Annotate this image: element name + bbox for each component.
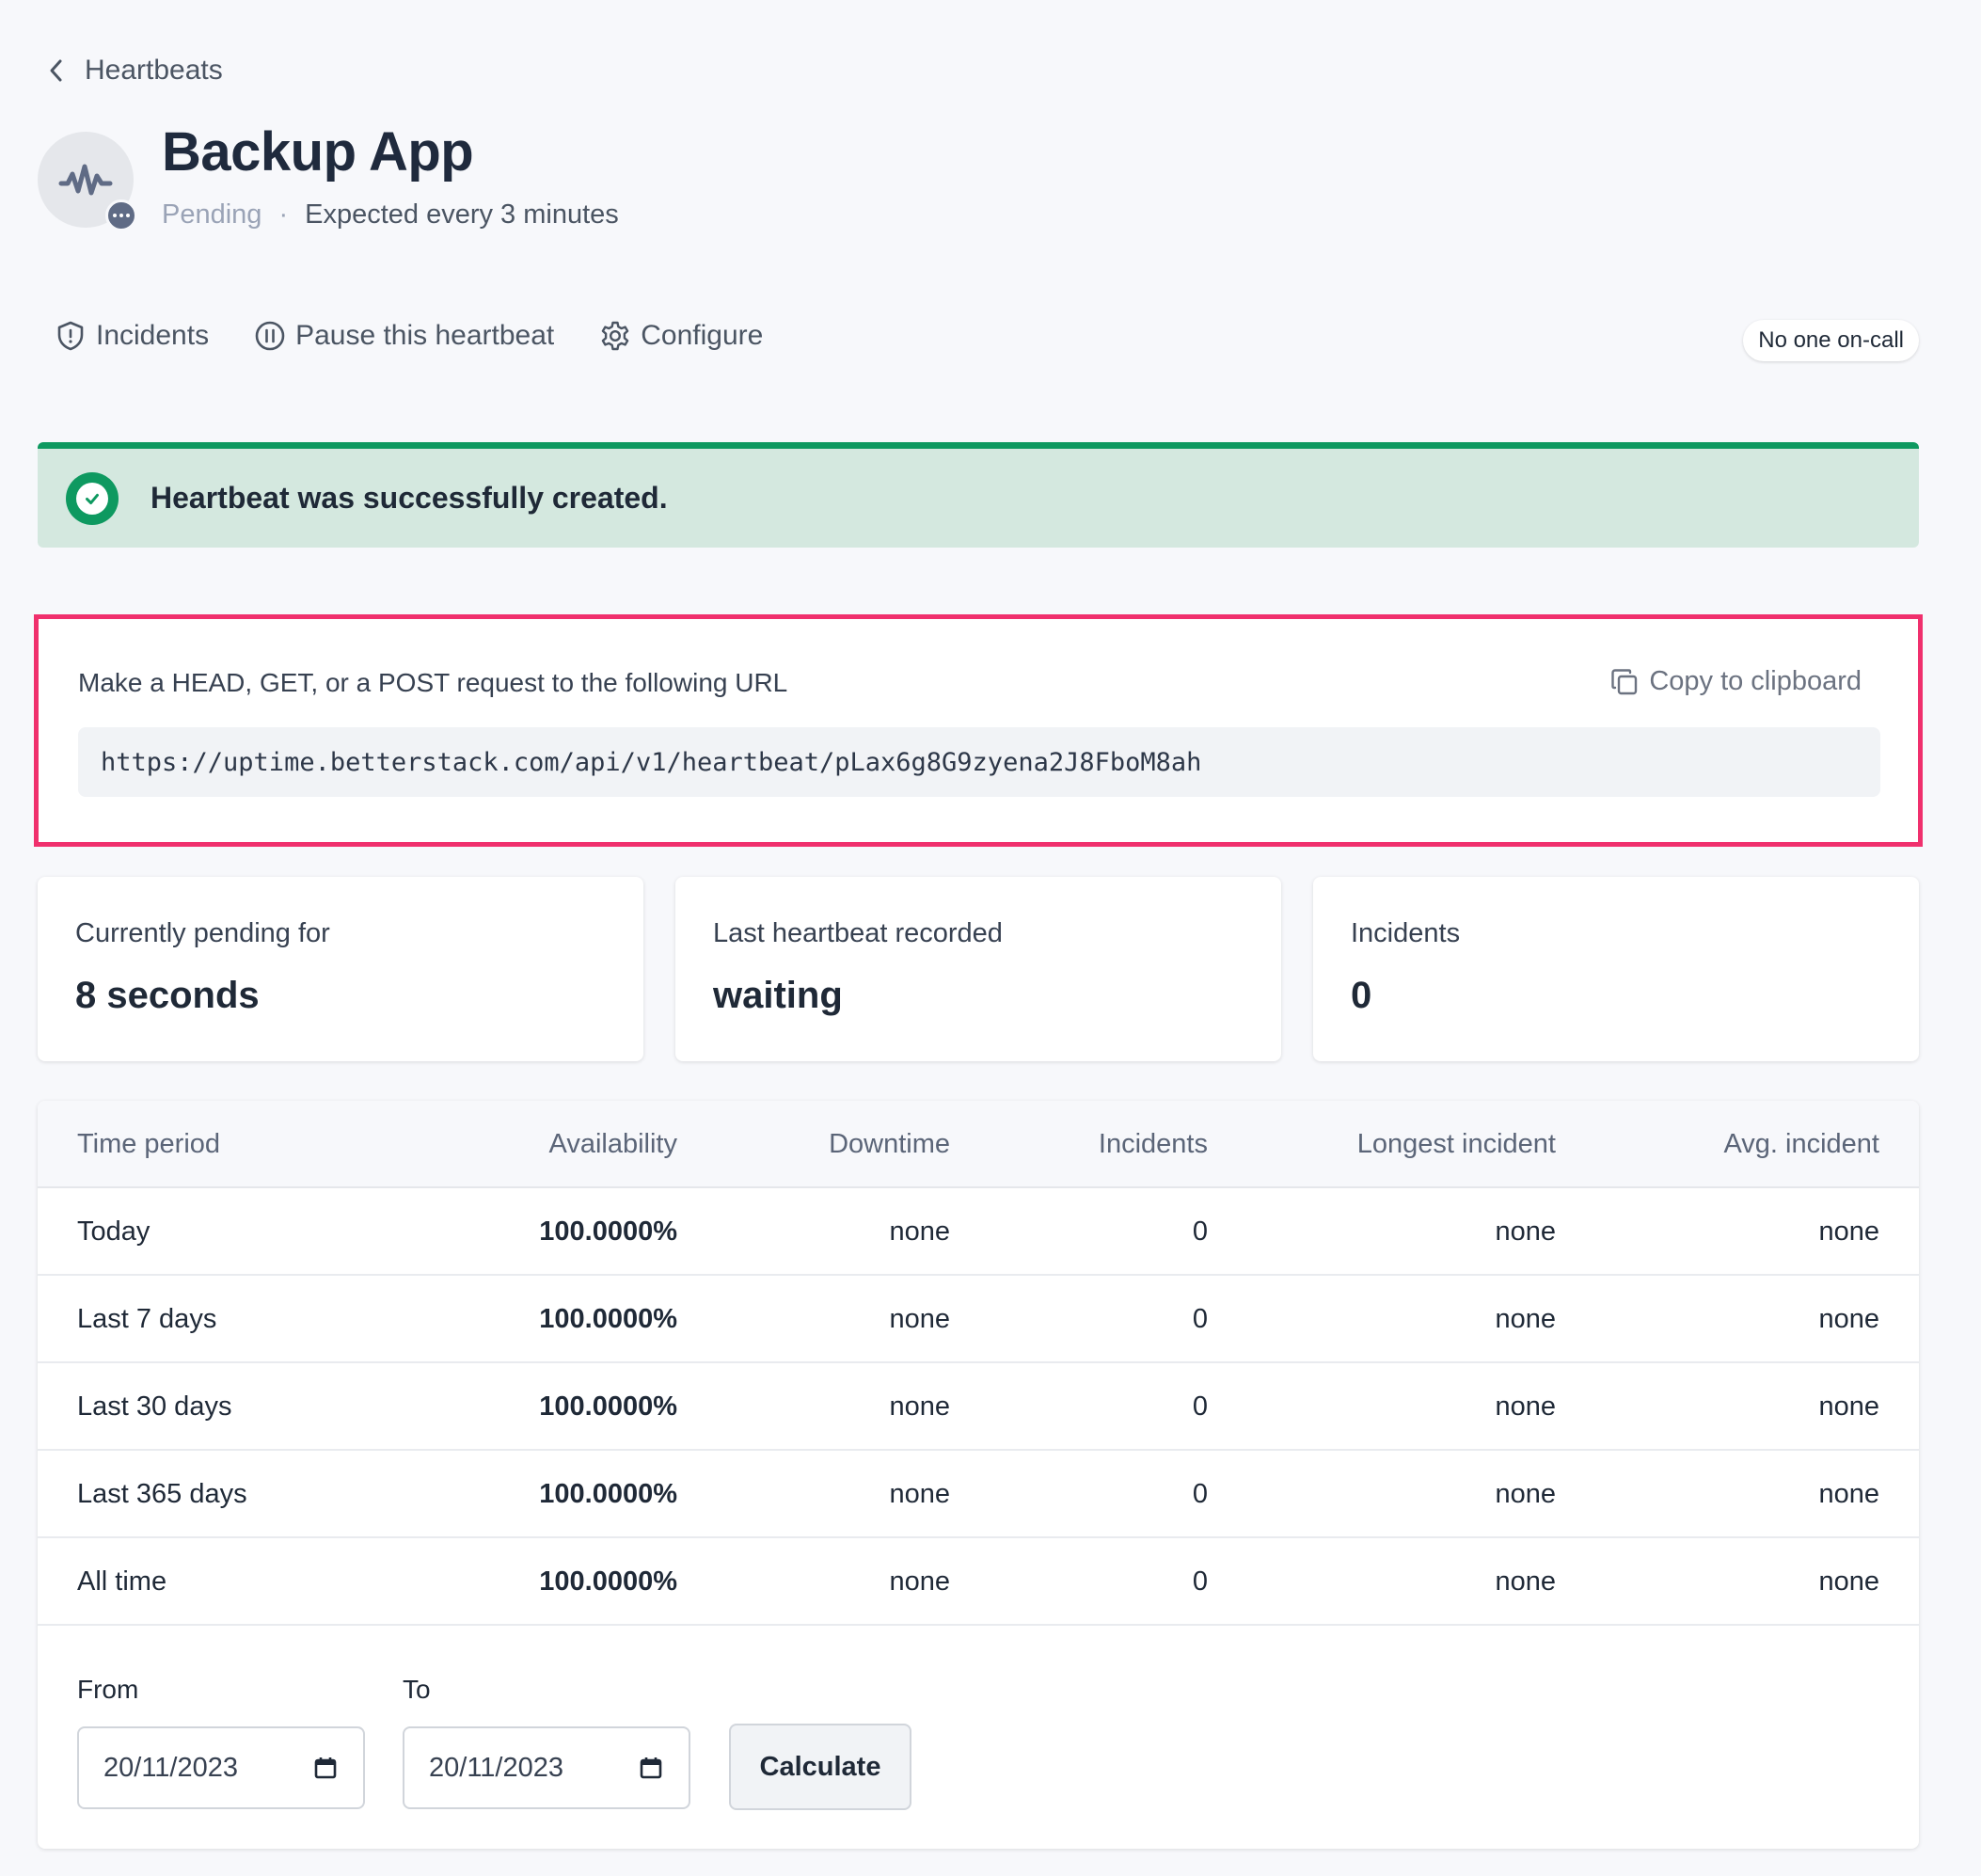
stat-label: Incidents (1351, 918, 1461, 948)
calendar-icon (314, 1757, 337, 1779)
page-title: Backup App (162, 121, 474, 183)
table-cell: 100.0000% (539, 1216, 677, 1247)
configure-button[interactable]: Configure (599, 320, 763, 352)
status-line: Pending · Expected every 3 minutes (162, 199, 619, 231)
oncall-badge[interactable]: No one on-call (1743, 320, 1919, 361)
breadcrumb[interactable]: Heartbeats (45, 55, 223, 87)
copy-icon (1611, 668, 1638, 694)
table-cell: All time (77, 1566, 167, 1597)
table-cell: none (1818, 1391, 1879, 1422)
table-cell: Today (77, 1216, 151, 1247)
stat-card-pending: Currently pending for 8 seconds (38, 877, 643, 1061)
calendar-icon (640, 1757, 662, 1779)
copy-label: Copy to clipboard (1649, 666, 1862, 696)
stat-card-last-heartbeat: Last heartbeat recorded waiting (675, 877, 1281, 1061)
heartbeat-url-card: Make a HEAD, GET, or a POST request to t… (34, 614, 1923, 847)
avatar (38, 132, 137, 231)
status-badge: Pending (162, 199, 262, 230)
gear-icon (601, 321, 629, 351)
stat-label: Currently pending for (75, 918, 330, 948)
stat-label: Last heartbeat recorded (713, 918, 1003, 948)
activity-icon (58, 164, 113, 196)
table-cell: none (889, 1216, 950, 1247)
table-cell: none (889, 1304, 950, 1334)
incidents-link[interactable]: Incidents (55, 320, 209, 352)
table-cell: none (1818, 1566, 1879, 1597)
table-row: All time 100.0000% none 0 none none (38, 1538, 1919, 1626)
table-cell: 100.0000% (539, 1391, 677, 1422)
table-cell: none (1818, 1479, 1879, 1509)
stat-value: 0 (1351, 975, 1372, 1016)
success-banner: Heartbeat was successfully created. (38, 442, 1919, 548)
shield-icon (57, 321, 84, 351)
table-cell: none (1818, 1304, 1879, 1334)
availability-table: Time period Availability Downtime Incide… (38, 1101, 1919, 1849)
url-instructions: Make a HEAD, GET, or a POST request to t… (78, 668, 788, 697)
column-header: Incidents (1098, 1129, 1208, 1159)
table-row: Last 30 days 100.0000% none 0 none none (38, 1363, 1919, 1451)
table-cell: none (1495, 1479, 1556, 1509)
action-bar: Incidents Pause this heartbeat Configure (55, 320, 763, 352)
to-label: To (403, 1675, 431, 1704)
table-cell: 0 (1192, 1304, 1208, 1334)
check-circle-icon (66, 471, 119, 525)
breadcrumb-label: Heartbeats (85, 55, 223, 86)
pause-icon (255, 321, 285, 351)
column-header: Downtime (829, 1129, 950, 1159)
table-cell: none (1818, 1216, 1879, 1247)
column-header: Availability (548, 1129, 677, 1159)
table-cell: none (889, 1479, 950, 1509)
table-cell: none (889, 1566, 950, 1597)
table-row: Today 100.0000% none 0 none none (38, 1188, 1919, 1276)
pause-heartbeat-button[interactable]: Pause this heartbeat (254, 320, 554, 352)
column-header: Avg. incident (1723, 1129, 1879, 1159)
table-cell: 0 (1192, 1391, 1208, 1422)
to-date-value: 20/11/2023 (429, 1752, 563, 1783)
status-separator: · (278, 199, 289, 230)
table-cell: none (1495, 1566, 1556, 1597)
table-cell: 100.0000% (539, 1304, 677, 1334)
pause-heartbeat-label: Pause this heartbeat (295, 320, 555, 351)
table-cell: 0 (1192, 1566, 1208, 1597)
more-icon (105, 199, 137, 231)
table-cell: none (1495, 1304, 1556, 1334)
incidents-link-label: Incidents (96, 320, 210, 351)
table-cell: 100.0000% (539, 1479, 677, 1509)
to-date-input[interactable]: 20/11/2023 (403, 1726, 690, 1809)
calculate-button[interactable]: Calculate (729, 1724, 911, 1810)
stat-value: 8 seconds (75, 975, 260, 1016)
table-cell: Last 30 days (77, 1391, 232, 1422)
column-header: Time period (77, 1129, 221, 1159)
table-cell: 0 (1192, 1479, 1208, 1509)
column-header: Longest incident (1356, 1129, 1556, 1159)
heartbeat-url[interactable]: https://uptime.betterstack.com/api/v1/he… (78, 727, 1880, 797)
success-message: Heartbeat was successfully created. (151, 481, 668, 515)
table-header: Time period Availability Downtime Incide… (38, 1101, 1919, 1188)
table-cell: Last 7 days (77, 1304, 217, 1334)
configure-label: Configure (641, 320, 764, 351)
chevron-left-icon (50, 59, 62, 82)
from-date-value: 20/11/2023 (103, 1752, 238, 1783)
from-date-input[interactable]: 20/11/2023 (77, 1726, 365, 1809)
table-cell: none (889, 1391, 950, 1422)
stat-value: waiting (713, 975, 843, 1016)
expected-frequency: Expected every 3 minutes (305, 199, 619, 230)
table-row: Last 7 days 100.0000% none 0 none none (38, 1276, 1919, 1363)
table-cell: none (1495, 1391, 1556, 1422)
table-cell: none (1495, 1216, 1556, 1247)
from-label: From (77, 1675, 139, 1704)
table-cell: 0 (1192, 1216, 1208, 1247)
table-cell: 100.0000% (539, 1566, 677, 1597)
table-cell: Last 365 days (77, 1479, 247, 1509)
stat-card-incidents: Incidents 0 (1313, 877, 1919, 1061)
copy-to-clipboard-button[interactable]: Copy to clipboard (1609, 666, 1862, 697)
table-row: Last 365 days 100.0000% none 0 none none (38, 1451, 1919, 1538)
